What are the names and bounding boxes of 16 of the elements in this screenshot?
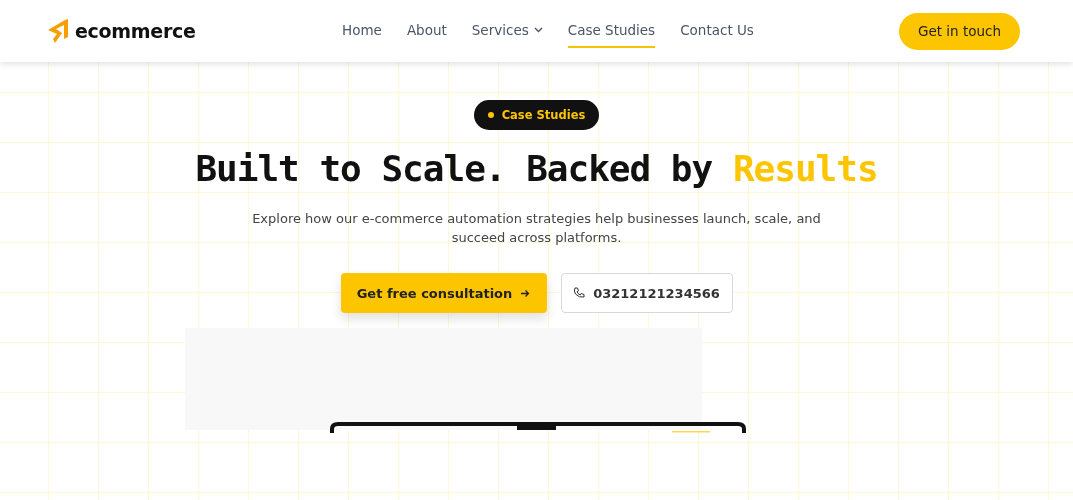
chevron-down-icon	[533, 27, 543, 33]
phone-icon	[573, 287, 586, 299]
hero-description: Explore how our e-commerce automation strategies help businesses launch, scale, and succeed across platforms.	[251, 210, 822, 247]
consultation-button[interactable]: Get free consultation	[340, 273, 547, 313]
nav-link[interactable]: Case Studies	[567, 14, 656, 48]
nav-link[interactable]: Home	[342, 14, 382, 48]
get-in-touch-button[interactable]: Get in touch	[898, 12, 1020, 50]
nav-link[interactable]: Services	[471, 14, 543, 48]
logo-icon	[47, 19, 69, 43]
phone-button[interactable]: 03212121234566	[560, 273, 733, 313]
arrow-right-icon	[520, 288, 531, 298]
nav-link[interactable]: Contact Us	[680, 14, 754, 48]
logo-text: ecommerce	[75, 20, 196, 42]
case-studies-badge: Case Studies	[473, 100, 600, 130]
hero-title: Built to Scale. Backed by Results	[195, 148, 878, 189]
nav-link[interactable]: About	[406, 14, 447, 48]
